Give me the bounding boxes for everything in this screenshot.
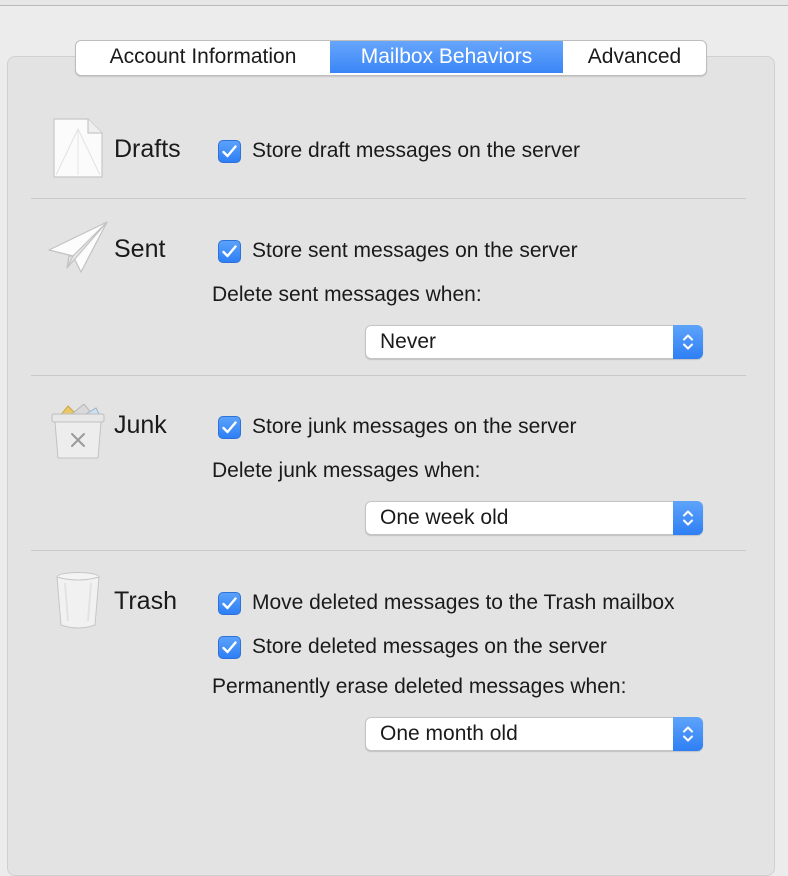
tab-bar: Account Information Mailbox Behaviors Ad…	[75, 40, 707, 76]
store-junk-checkbox[interactable]	[218, 415, 241, 439]
trash-can-icon	[56, 572, 100, 629]
chevron-up-down-icon	[683, 726, 693, 742]
checkmark-icon	[222, 640, 237, 653]
checkmark-icon	[222, 596, 237, 609]
move-deleted-label: Move deleted messages to the Trash mailb…	[252, 591, 675, 614]
store-sent-checkbox-row[interactable]: Store sent messages on the server	[218, 238, 578, 264]
delete-sent-when-value: Never	[380, 330, 437, 353]
delete-sent-when-label: Delete sent messages when:	[212, 283, 482, 306]
store-junk-label: Store junk messages on the server	[252, 415, 577, 438]
store-deleted-checkbox-row[interactable]: Store deleted messages on the server	[218, 634, 607, 660]
store-sent-label: Store sent messages on the server	[252, 239, 578, 262]
tab-advanced[interactable]: Advanced	[563, 41, 706, 73]
store-deleted-checkbox[interactable]	[218, 635, 241, 659]
store-deleted-label: Store deleted messages on the server	[252, 635, 607, 658]
delete-sent-when-popup[interactable]: Never	[365, 325, 703, 359]
chevron-up-down-icon	[683, 510, 693, 526]
move-deleted-checkbox[interactable]	[218, 591, 241, 615]
trash-section-title: Trash	[114, 587, 177, 615]
store-drafts-checkbox[interactable]	[218, 139, 241, 163]
paper-plane-icon	[48, 221, 108, 273]
window-top-edge	[0, 0, 788, 6]
drafts-section-title: Drafts	[114, 135, 181, 163]
popup-stepper-arrows	[673, 501, 703, 535]
divider	[31, 550, 746, 551]
erase-deleted-when-value: One month old	[380, 722, 518, 745]
delete-junk-when-popup[interactable]: One week old	[365, 501, 703, 535]
checkmark-icon	[222, 144, 237, 157]
divider	[31, 375, 746, 376]
junk-bin-icon	[51, 404, 105, 459]
erase-deleted-when-popup[interactable]: One month old	[365, 717, 703, 751]
tab-mailbox-behaviors[interactable]: Mailbox Behaviors	[330, 41, 563, 73]
checkmark-icon	[222, 420, 237, 433]
delete-junk-when-label: Delete junk messages when:	[212, 459, 481, 482]
chevron-up-down-icon	[683, 334, 693, 350]
document-icon	[53, 118, 103, 178]
store-drafts-label: Store draft messages on the server	[252, 139, 580, 162]
junk-section-title: Junk	[114, 411, 167, 439]
sent-section-title: Sent	[114, 235, 166, 263]
move-deleted-checkbox-row[interactable]: Move deleted messages to the Trash mailb…	[218, 590, 675, 616]
popup-stepper-arrows	[673, 325, 703, 359]
divider	[31, 198, 746, 199]
store-drafts-checkbox-row[interactable]: Store draft messages on the server	[218, 138, 580, 164]
erase-deleted-when-label: Permanently erase deleted messages when:	[212, 675, 627, 698]
tab-account-information[interactable]: Account Information	[76, 41, 330, 73]
store-sent-checkbox[interactable]	[218, 239, 241, 263]
popup-stepper-arrows	[673, 717, 703, 751]
store-junk-checkbox-row[interactable]: Store junk messages on the server	[218, 414, 577, 440]
delete-junk-when-value: One week old	[380, 506, 509, 529]
checkmark-icon	[222, 244, 237, 257]
